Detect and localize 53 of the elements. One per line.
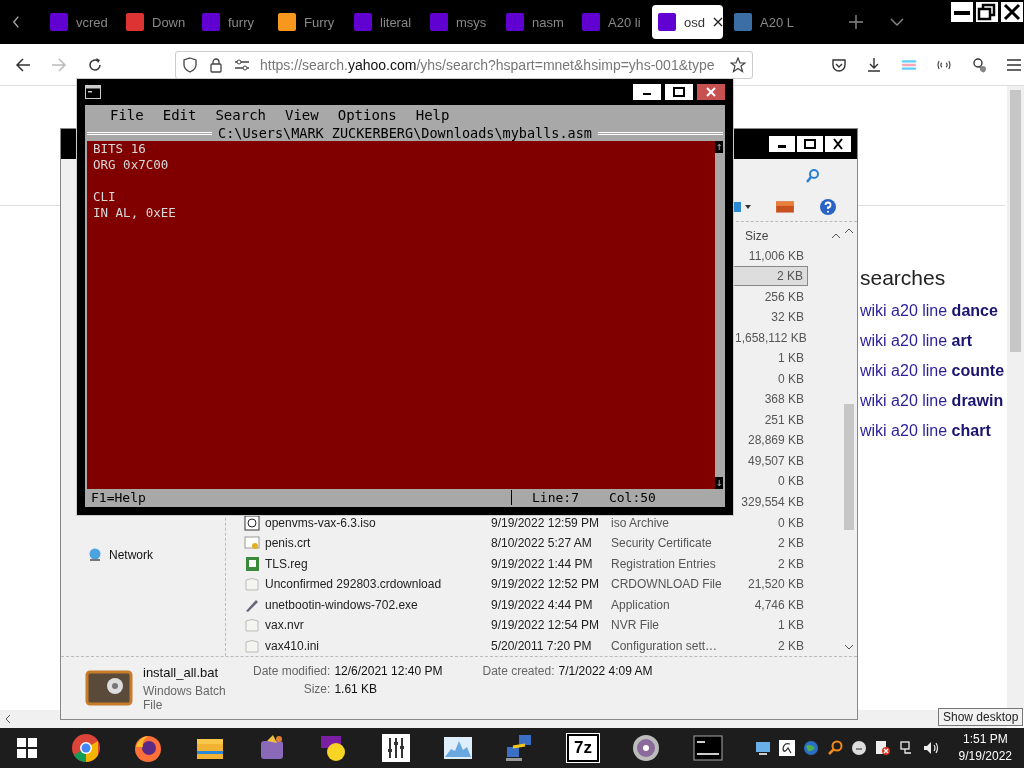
table-cell-text: Security Certificate — [611, 536, 713, 550]
table-cell-text: 1,658,112 KB — [734, 329, 808, 347]
table-cell-text: 0 KB — [777, 370, 805, 388]
table-cell-text: 2 KB — [777, 637, 805, 655]
table-cell-text: 368 KB — [763, 391, 805, 409]
table-cell-text: 2 KB — [777, 555, 805, 573]
table-cell-text: 1 KB — [777, 350, 805, 368]
table-cell-text: 329,554 KB — [740, 494, 805, 511]
table-cell-text: 32 KB — [770, 309, 805, 327]
table-cell-text: 9/19/2022 1:44 PM — [491, 556, 594, 571]
table-cell-text: 2 KB — [777, 535, 805, 552]
table-cell-text: 11,006 KB — [747, 247, 805, 265]
table-cell-text: 9/19/2022 12:59 PM — [491, 515, 601, 530]
file-name: install_all.bat — [143, 664, 220, 680]
file-type: Windows Batch File — [143, 683, 227, 712]
field-value: 7/1/2022 4:09 AM — [558, 664, 653, 678]
url-text: https://search.yahoo.com/yhs/search?hspart=mnet&hsimp=yhs-001&type — [260, 56, 716, 73]
table-cell: 2 KB — [731, 266, 808, 287]
table-cell-text: 9/19/2022 4:44 PM — [491, 597, 594, 612]
table-cell-text: Registration Entries — [611, 556, 717, 571]
table-cell-text: 49,507 KB — [746, 452, 805, 470]
table-cell-text: Application — [611, 597, 671, 612]
field-value: 1.61 KB — [334, 682, 378, 696]
status-text: Line:7 — [532, 489, 579, 505]
field-label: Date modified: — [253, 664, 331, 678]
table-cell-text: 0 KB — [777, 514, 805, 532]
table-cell-text: 4,746 KB — [753, 596, 805, 614]
status-text: F1=Help — [87, 489, 512, 505]
field-label: Date created: — [482, 664, 555, 678]
section-heading: searches — [860, 266, 947, 290]
table-cell-text: 256 KB — [763, 288, 805, 306]
table-cell-text: CRDOWNLOAD File — [611, 577, 723, 592]
table-cell-text: 9/19/2022 12:52 PM — [491, 577, 601, 592]
field-value: 12/6/2021 12:40 PM — [334, 664, 443, 678]
table-cell-text: Configuration sett… — [611, 638, 719, 653]
table-cell-text: 5/20/2011 7:20 PM — [491, 638, 593, 653]
table-cell-text: 28,869 KB — [746, 432, 805, 450]
field-label: Size: — [303, 682, 331, 696]
table-cell-text: 21,520 KB — [746, 576, 805, 594]
table-cell-text: 0 KB — [777, 473, 805, 491]
table-cell-text: 251 KB — [763, 411, 805, 429]
file-title: C:\Users\MARK ZUCKERBERG\Downloads\myballs.asm — [217, 125, 593, 141]
status-text: Col:50 — [608, 489, 656, 505]
table-cell-text: 1 KB — [777, 617, 805, 635]
tooltip: Show desktop — [938, 708, 1024, 726]
code-line: ORG 0x7C00 — [93, 157, 170, 173]
table-cell-text: 9/19/2022 12:54 PM — [491, 618, 601, 633]
code-line: BITS 16 — [93, 141, 147, 157]
code-line: IN AL, 0xEE — [93, 205, 177, 221]
code-line: CLI — [93, 189, 117, 205]
table-cell-text: iso Archive — [611, 515, 671, 530]
table-cell-text: NVR File — [611, 618, 660, 633]
table-cell-text: 8/10/2022 5:27 AM — [491, 536, 593, 550]
